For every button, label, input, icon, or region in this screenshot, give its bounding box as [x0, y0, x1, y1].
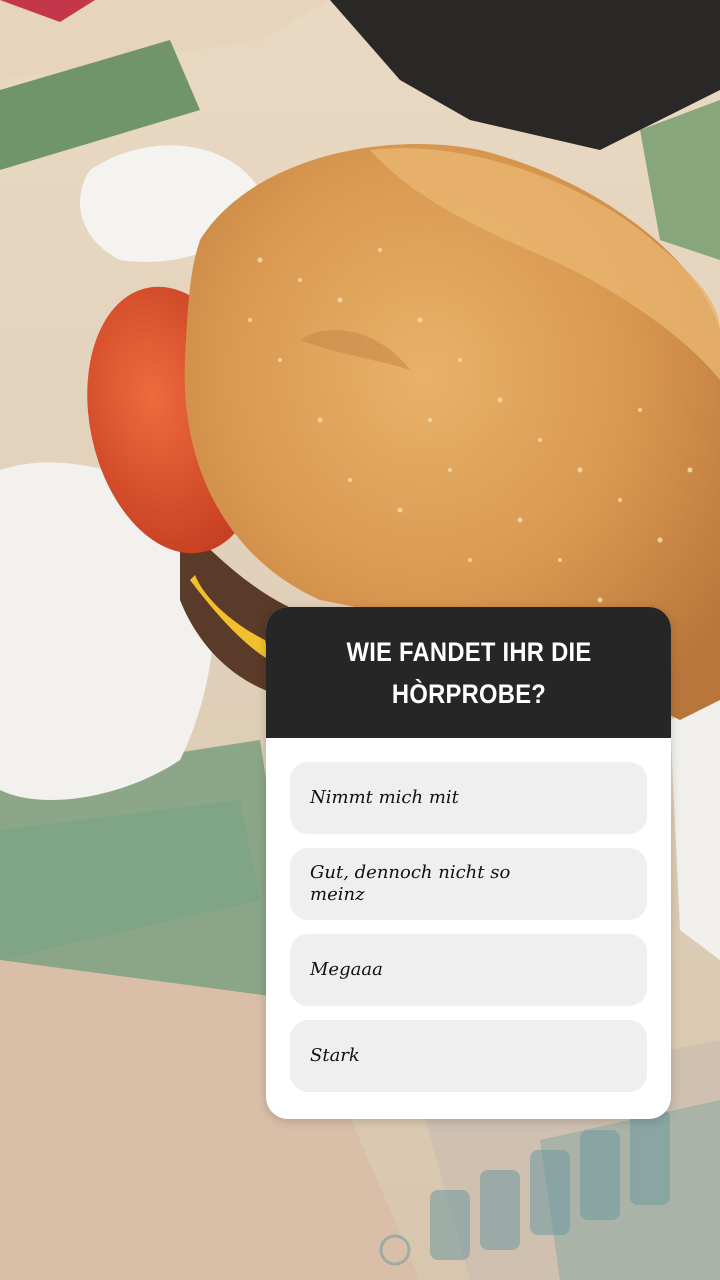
quiz-question: WIE FANDET IHR DIE HÒRPROBE?: [346, 636, 591, 709]
quiz-option-label: Nimmt mich mit: [310, 787, 459, 808]
quiz-option-1[interactable]: Nimmt mich mit: [290, 762, 647, 834]
quiz-sticker: WIE FANDET IHR DIE HÒRPROBE? Nimmt mich …: [266, 607, 671, 1119]
quiz-option-4[interactable]: Stark: [290, 1020, 647, 1092]
quiz-option-label: Gut, dennoch nicht so meinz: [310, 862, 511, 905]
quiz-option-label: Megaaa: [310, 959, 383, 980]
quiz-header: WIE FANDET IHR DIE HÒRPROBE?: [266, 607, 671, 738]
quiz-options: Nimmt mich mit Gut, dennoch nicht so mei…: [266, 738, 671, 1092]
quiz-option-2[interactable]: Gut, dennoch nicht so meinz: [290, 848, 647, 920]
quiz-option-3[interactable]: Megaaa: [290, 934, 647, 1006]
quiz-option-label: Stark: [310, 1045, 360, 1066]
